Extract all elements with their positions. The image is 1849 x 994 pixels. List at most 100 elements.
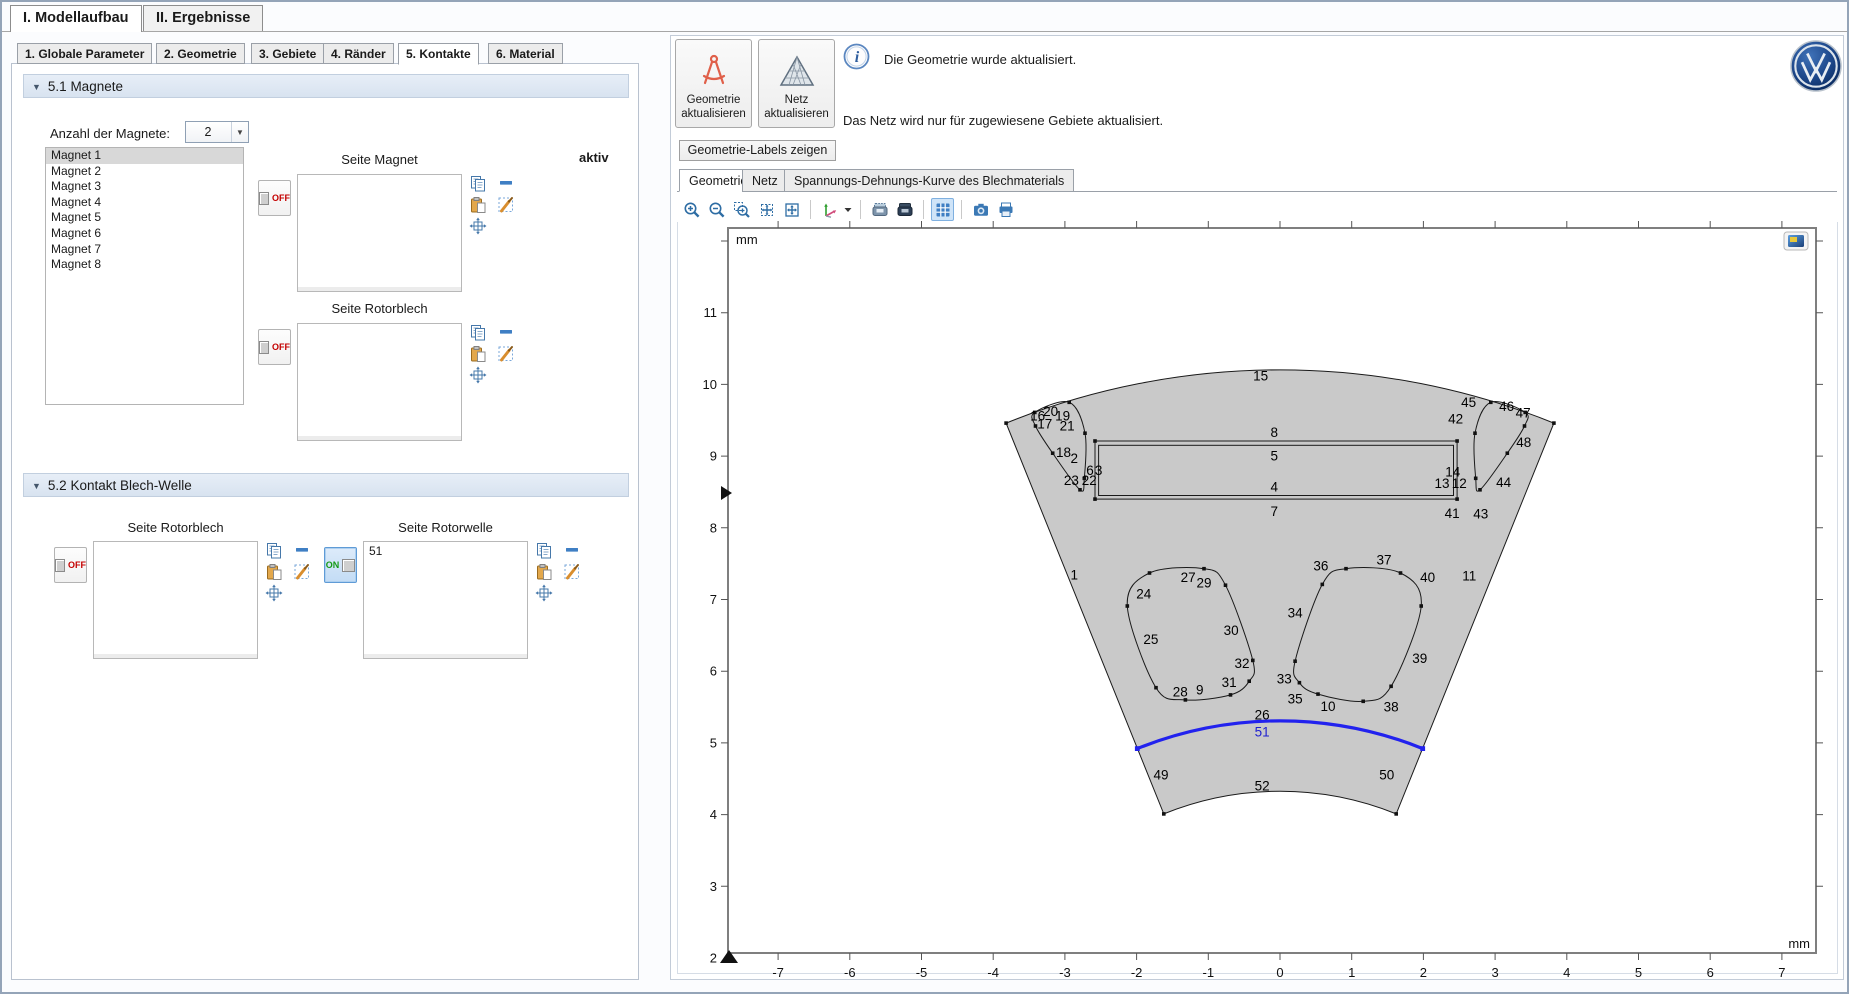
kontakt-rotorwelle-selection-box[interactable]: 51 — [363, 541, 528, 659]
toggle-square-icon — [259, 341, 269, 354]
left-panel: 1. Globale Parameter 2. Geometrie 3. Geb… — [11, 63, 639, 980]
tab-raender[interactable]: 4. Ränder — [323, 43, 394, 64]
section-magnete-title: 5.1 Magnete — [48, 79, 123, 94]
remove-selection-icon[interactable] — [293, 542, 311, 560]
copy-selection-icon[interactable] — [535, 542, 553, 560]
zoom-to-selection-icon[interactable] — [469, 366, 487, 384]
seite-rotorblech-selection-box[interactable] — [297, 323, 462, 441]
application-window: I. Modellaufbau II. Ergebnisse 1. Global… — [0, 0, 1849, 994]
clear-selection-icon[interactable] — [563, 563, 581, 581]
tab-material[interactable]: 6. Material — [488, 43, 563, 64]
selection-tools — [265, 542, 317, 605]
svg-text:42: 42 — [1448, 411, 1463, 426]
section-magnete[interactable]: ▼5.1 Magnete — [23, 74, 629, 98]
svg-text:4: 4 — [1271, 479, 1279, 494]
tab-plot-spannungs-dehnungs-kurve[interactable]: Spannungs-Dehnungs-Kurve des Blechmateri… — [784, 169, 1074, 192]
zoom-to-selection-icon[interactable] — [469, 217, 487, 235]
toggle-square-icon — [259, 192, 269, 205]
svg-text:-6: -6 — [844, 965, 856, 980]
magnet-list-item[interactable]: Magnet 3 — [46, 179, 243, 195]
seite-magnet-selection-box[interactable] — [297, 174, 462, 292]
geometry-plot[interactable]: -7-6-5-4-3-2-101234567234567891011mmmm15… — [693, 203, 1848, 981]
svg-text:5: 5 — [1635, 965, 1642, 980]
svg-text:28: 28 — [1173, 685, 1188, 700]
toggle-off-label: OFF — [272, 193, 290, 203]
selection-tools — [469, 175, 521, 238]
toggle-on-label: ON — [326, 560, 340, 570]
magnet-list-item[interactable]: Magnet 4 — [46, 195, 243, 211]
magnet-list[interactable]: Magnet 1Magnet 2Magnet 3Magnet 4Magnet 5… — [45, 147, 244, 405]
svg-text:15: 15 — [1253, 368, 1268, 383]
svg-text:3: 3 — [1491, 965, 1498, 980]
tab-geometrie[interactable]: 2. Geometrie — [156, 43, 245, 64]
svg-text:7: 7 — [1271, 504, 1279, 519]
paste-selection-icon[interactable] — [265, 563, 283, 581]
svg-text:-7: -7 — [772, 965, 784, 980]
zoom-to-selection-icon[interactable] — [535, 584, 553, 602]
kontakt-rotorblech-selection-box[interactable] — [93, 541, 258, 659]
paste-selection-icon[interactable] — [535, 563, 553, 581]
paste-selection-icon[interactable] — [469, 196, 487, 214]
remove-selection-icon[interactable] — [563, 542, 581, 560]
remove-selection-icon[interactable] — [497, 324, 515, 342]
remove-selection-icon[interactable] — [497, 175, 515, 193]
copy-selection-icon[interactable] — [469, 324, 487, 342]
svg-text:3: 3 — [710, 879, 717, 894]
tab-ergebnisse[interactable]: II. Ergebnisse — [143, 5, 263, 31]
magnet-list-item[interactable]: Magnet 1 — [46, 148, 243, 164]
kontakt-rotorblech-label: Seite Rotorblech — [93, 520, 258, 535]
kontakt-rotorblech-toggle[interactable]: OFF — [54, 547, 87, 583]
kontakt-rotorwelle-toggle[interactable]: ON — [324, 547, 357, 583]
zoom-to-selection-icon[interactable] — [265, 584, 283, 602]
mesh-note-message: Das Netz wird nur für zugewiesene Gebiet… — [843, 113, 1163, 128]
copy-selection-icon[interactable] — [469, 175, 487, 193]
svg-text:26: 26 — [1255, 707, 1270, 722]
mesh-triangle-icon — [759, 48, 834, 94]
tab-globale-parameter[interactable]: 1. Globale Parameter — [17, 43, 152, 64]
tab-divider — [2, 31, 1847, 32]
paste-selection-icon[interactable] — [469, 345, 487, 363]
magnet-list-item[interactable]: Magnet 7 — [46, 242, 243, 258]
tab-kontakte[interactable]: 5. Kontakte — [398, 43, 479, 65]
section-kontakt-title: 5.2 Kontakt Blech-Welle — [48, 478, 192, 493]
magnet-list-item[interactable]: Magnet 6 — [46, 226, 243, 242]
netz-aktualisieren-button[interactable]: Netz aktualisieren — [758, 39, 835, 128]
svg-text:51: 51 — [1255, 725, 1270, 740]
toggle-square-icon — [342, 559, 355, 572]
svg-text:43: 43 — [1473, 507, 1488, 522]
magnet-list-item[interactable]: Magnet 8 — [46, 257, 243, 273]
svg-text:mm: mm — [1788, 936, 1810, 951]
svg-text:6: 6 — [1707, 965, 1714, 980]
clear-selection-icon[interactable] — [293, 563, 311, 581]
svg-text:48: 48 — [1516, 435, 1531, 450]
svg-text:9: 9 — [1196, 682, 1204, 697]
svg-text:36: 36 — [1313, 558, 1328, 573]
tab-gebiete[interactable]: 3. Gebiete — [251, 43, 324, 64]
magnet-list-item[interactable]: Magnet 5 — [46, 210, 243, 226]
seite-rotorblech-toggle[interactable]: OFF — [258, 329, 291, 365]
seite-rotorblech-label: Seite Rotorblech — [297, 301, 462, 316]
toggle-off-label: OFF — [68, 560, 86, 570]
geometrie-labels-zeigen-button[interactable]: Geometrie-Labels zeigen — [679, 140, 836, 161]
clear-selection-icon[interactable] — [497, 345, 515, 363]
selection-tools — [535, 542, 587, 605]
section-kontakt-blech-welle[interactable]: ▼5.2 Kontakt Blech-Welle — [23, 473, 629, 497]
copy-selection-icon[interactable] — [265, 542, 283, 560]
tab-modellaufbau[interactable]: I. Modellaufbau — [10, 5, 142, 32]
netz-aktualisieren-label: Netz aktualisieren — [759, 94, 834, 121]
seite-magnet-toggle[interactable]: OFF — [258, 180, 291, 216]
geometrie-aktualisieren-button[interactable]: Geometrie aktualisieren — [675, 39, 752, 128]
svg-text:47: 47 — [1516, 406, 1531, 421]
svg-text:4: 4 — [1563, 965, 1570, 980]
svg-text:10: 10 — [1320, 699, 1335, 714]
magnet-list-item[interactable]: Magnet 2 — [46, 164, 243, 180]
anzahl-magnete-select[interactable]: 2 ▼ — [185, 121, 249, 143]
tab-plot-netz[interactable]: Netz — [742, 169, 788, 192]
kontakt-rotorwelle-label: Seite Rotorwelle — [363, 520, 528, 535]
right-panel: Geometrie aktualisieren Netz aktualisier… — [670, 35, 1844, 980]
svg-text:4: 4 — [710, 807, 717, 822]
chevron-down-icon[interactable]: ▼ — [231, 122, 248, 142]
clear-selection-icon[interactable] — [497, 196, 515, 214]
svg-text:17: 17 — [1037, 416, 1052, 431]
svg-text:11: 11 — [704, 305, 718, 320]
